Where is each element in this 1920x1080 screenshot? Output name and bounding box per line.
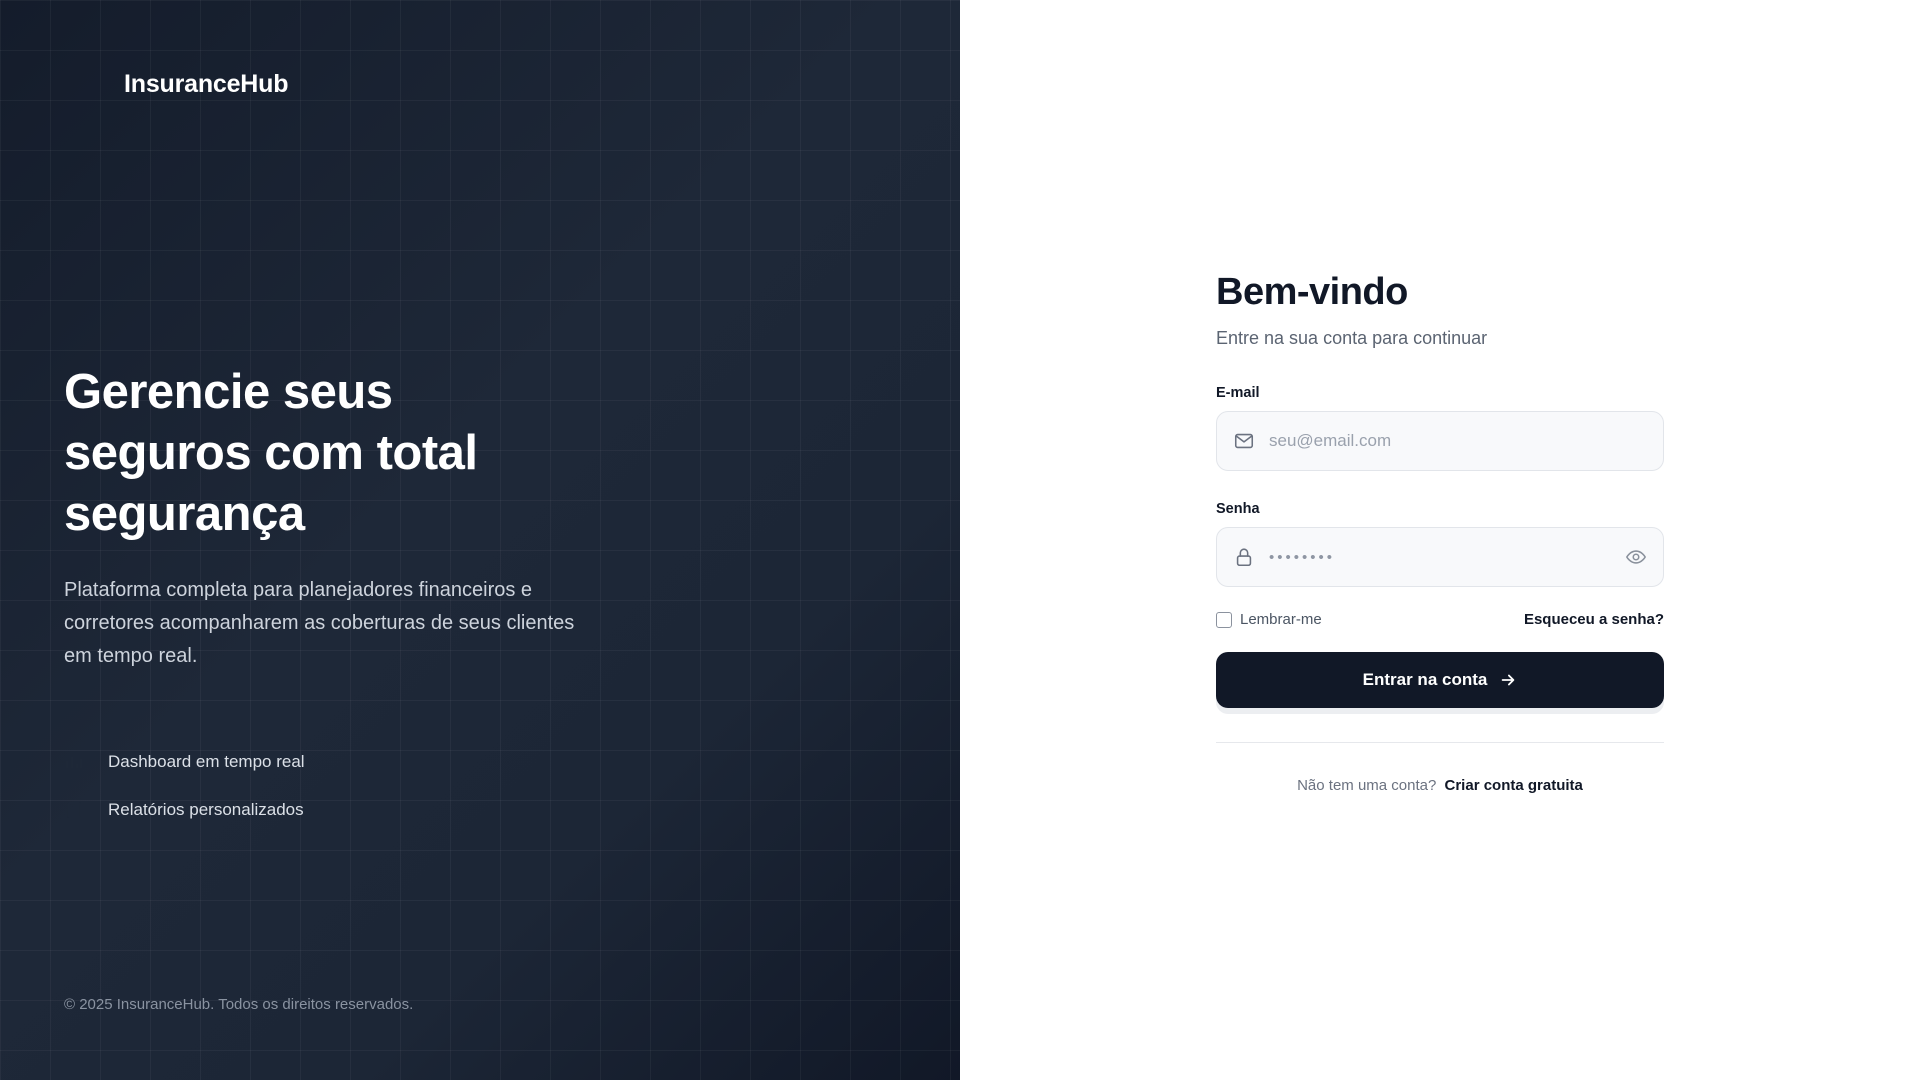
- arrow-right-icon: [1499, 671, 1517, 689]
- form-subtitle: Entre na sua conta para continuar: [1216, 328, 1488, 348]
- login-button-label: Entrar na conta: [1362, 670, 1488, 689]
- hero-panel: InsuranceHub Gerencie seus seguros com t…: [0, 0, 960, 1080]
- feature-label: Dashboard em tempo real: [108, 752, 305, 771]
- login-form: Bem-vindo Entre na sua conta para contin…: [1216, 268, 1664, 794]
- signup-prompt: Não tem uma conta?: [1297, 777, 1437, 794]
- form-options: Lembrar-me Esqueceu a senha?: [1216, 611, 1664, 628]
- form-title: Bem-vindo: [1216, 271, 1408, 313]
- feature-list: Dashboard em tempo real Relatórios perso…: [64, 738, 305, 834]
- remember-label[interactable]: Lembrar-me: [1240, 611, 1322, 628]
- report-icon: [64, 800, 84, 820]
- hero-description: Plataforma completa para planejadores fi…: [64, 579, 575, 667]
- remember-checkbox[interactable]: [1216, 611, 1232, 628]
- remember-me[interactable]: Lembrar-me: [1216, 611, 1322, 628]
- feature-item-dashboard: Dashboard em tempo real: [64, 738, 305, 786]
- email-input[interactable]: [1269, 431, 1647, 451]
- chart-icon: [64, 752, 84, 772]
- signup-link[interactable]: Criar conta gratuita: [1445, 777, 1583, 794]
- login-button[interactable]: Entrar na conta: [1216, 652, 1664, 708]
- feature-label: Relatórios personalizados: [108, 800, 304, 819]
- feature-item-reports: Relatórios personalizados: [64, 786, 305, 834]
- password-label: Senha: [1216, 501, 1260, 517]
- divider: [1216, 742, 1664, 743]
- eye-icon[interactable]: [1625, 546, 1647, 568]
- login-page: InsuranceHub Gerencie seus seguros com t…: [0, 0, 1920, 1080]
- brand-logo: InsuranceHub: [124, 70, 289, 98]
- forgot-password-link[interactable]: Esqueceu a senha?: [1524, 611, 1664, 628]
- hero-headline: Gerencie seus seguros com total seguranç…: [64, 365, 478, 541]
- lock-icon: [1233, 546, 1255, 568]
- password-input[interactable]: ••••••••: [1269, 549, 1625, 566]
- login-panel: Bem-vindo Entre na sua conta para contin…: [960, 0, 1920, 1080]
- email-field[interactable]: [1216, 411, 1664, 471]
- password-field[interactable]: ••••••••: [1216, 527, 1664, 587]
- email-label: E-mail: [1216, 385, 1260, 401]
- signup-row: Não tem uma conta? Criar conta gratuita: [1216, 777, 1664, 794]
- mail-icon: [1233, 430, 1255, 452]
- copyright-text: © 2025 InsuranceHub. Todos os direitos r…: [64, 996, 414, 1013]
